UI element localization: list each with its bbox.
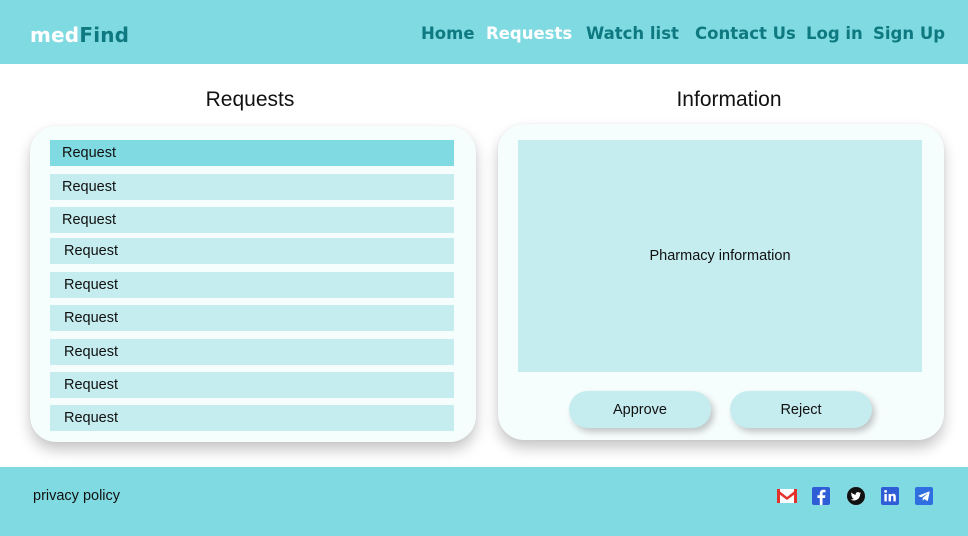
- request-item[interactable]: Request: [50, 174, 454, 200]
- logo-text-med: med: [30, 23, 80, 47]
- request-item[interactable]: Request: [50, 372, 454, 398]
- request-item[interactable]: Request: [50, 272, 454, 298]
- request-item[interactable]: Request: [50, 339, 454, 365]
- nav-sign-up[interactable]: Sign Up: [873, 24, 945, 43]
- nav-requests[interactable]: Requests: [486, 24, 572, 43]
- pharmacy-info-text: Pharmacy information: [649, 248, 791, 264]
- app-logo[interactable]: medFind: [30, 23, 129, 47]
- telegram-icon[interactable]: [914, 486, 934, 506]
- privacy-policy-link[interactable]: privacy policy: [33, 488, 120, 504]
- information-card: Pharmacy information Approve Reject: [498, 124, 944, 440]
- information-title: Information: [676, 88, 782, 111]
- approve-button[interactable]: Approve: [569, 391, 711, 428]
- nav-home[interactable]: Home: [421, 24, 475, 43]
- reject-button[interactable]: Reject: [730, 391, 872, 428]
- nav-log-in[interactable]: Log in: [806, 24, 863, 43]
- footer: privacy policy: [0, 467, 968, 536]
- requests-card: Request Request Request Request Request …: [30, 126, 476, 442]
- pharmacy-info-box: Pharmacy information: [518, 140, 922, 372]
- twitter-icon[interactable]: [846, 486, 866, 506]
- request-item[interactable]: Request: [50, 140, 454, 166]
- top-header: medFind Home Requests Watch list Contact…: [0, 0, 968, 64]
- gmail-icon[interactable]: [777, 486, 797, 506]
- request-item[interactable]: Request: [50, 405, 454, 431]
- nav-contact-us[interactable]: Contact Us: [695, 24, 796, 43]
- request-item[interactable]: Request: [50, 305, 454, 331]
- requests-title: Requests: [205, 88, 295, 111]
- request-item[interactable]: Request: [50, 238, 454, 264]
- nav-watch-list[interactable]: Watch list: [586, 24, 679, 43]
- request-item[interactable]: Request: [50, 207, 454, 233]
- linkedin-icon[interactable]: [880, 486, 900, 506]
- facebook-icon[interactable]: [811, 486, 831, 506]
- logo-text-find: Find: [79, 23, 130, 47]
